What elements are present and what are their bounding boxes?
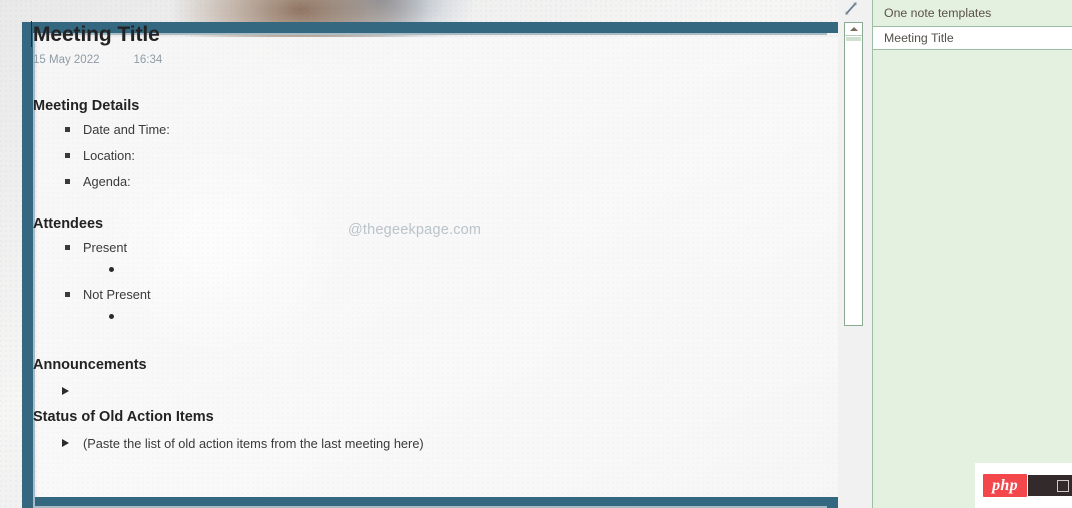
list-item[interactable]: Date and Time: <box>33 120 773 140</box>
list-item[interactable] <box>33 261 773 279</box>
note-canvas[interactable]: Meeting Title 15 May 2022 16:34 Meeting … <box>0 0 838 508</box>
list-item[interactable] <box>33 308 773 326</box>
arrow-up-glyph <box>849 27 858 31</box>
heading-status-of-old-action-items[interactable]: Status of Old Action Items <box>33 409 773 425</box>
note-title[interactable]: Meeting Title <box>33 20 773 50</box>
page-list-scrollbar[interactable] <box>844 22 863 326</box>
round-bullet-icon <box>109 267 114 272</box>
list-item-label: Agenda: <box>83 174 131 189</box>
note-date[interactable]: 15 May 2022 <box>33 54 100 66</box>
list-item-label: Date and Time: <box>83 122 170 137</box>
attendees-list: Present Not Present <box>33 238 773 326</box>
heading-announcements[interactable]: Announcements <box>33 357 773 373</box>
diagonal-resize-icon[interactable] <box>841 1 861 19</box>
note-title-row[interactable]: Meeting Title <box>31 20 773 52</box>
list-item-label: Present <box>83 240 128 255</box>
php-wordmark <box>1028 475 1072 496</box>
status-list: (Paste the list of old action items from… <box>33 434 773 454</box>
triangle-bullet-icon <box>62 387 69 395</box>
list-item-label: Not Present <box>83 287 151 302</box>
scrollbar-thumb[interactable] <box>846 37 861 41</box>
scroll-up-arrow-icon[interactable] <box>845 23 862 36</box>
list-item[interactable]: Agenda: <box>33 172 773 192</box>
list-item-label: (Paste the list of old action items from… <box>83 436 424 451</box>
list-item-label: Location: <box>83 148 135 163</box>
section-header[interactable]: One note templates <box>873 0 1072 27</box>
list-item[interactable]: Location: <box>33 146 773 166</box>
page-list[interactable]: One note templates Meeting Title <box>872 0 1072 508</box>
php-logo: php <box>983 474 1027 497</box>
php-watermark-badge: php <box>975 463 1072 508</box>
triangle-bullet-icon <box>62 439 69 447</box>
page-list-item-meeting-title[interactable]: Meeting Title <box>873 27 1072 50</box>
heading-meeting-details[interactable]: Meeting Details <box>33 98 773 114</box>
page-list-panel[interactable]: One note templates Meeting Title php <box>838 0 1072 508</box>
note-timestamp-row: 15 May 2022 16:34 <box>33 54 773 66</box>
square-bullet-icon <box>65 179 70 184</box>
list-item[interactable]: (Paste the list of old action items from… <box>33 434 773 454</box>
list-item[interactable]: Not Present <box>33 285 773 305</box>
square-bullet-icon <box>65 245 70 250</box>
text-cursor <box>31 21 32 47</box>
note-time[interactable]: 16:34 <box>134 54 163 66</box>
square-bullet-icon <box>65 292 70 297</box>
square-bullet-icon <box>65 127 70 132</box>
square-bullet-icon <box>65 153 70 158</box>
page-list-empty-area[interactable] <box>873 50 1072 508</box>
round-bullet-icon <box>109 314 114 319</box>
list-item[interactable]: Present <box>33 238 773 258</box>
meeting-details-list: Date and Time: Location: Agenda: <box>33 120 773 192</box>
site-watermark: @thegeekpage.com <box>348 222 482 238</box>
